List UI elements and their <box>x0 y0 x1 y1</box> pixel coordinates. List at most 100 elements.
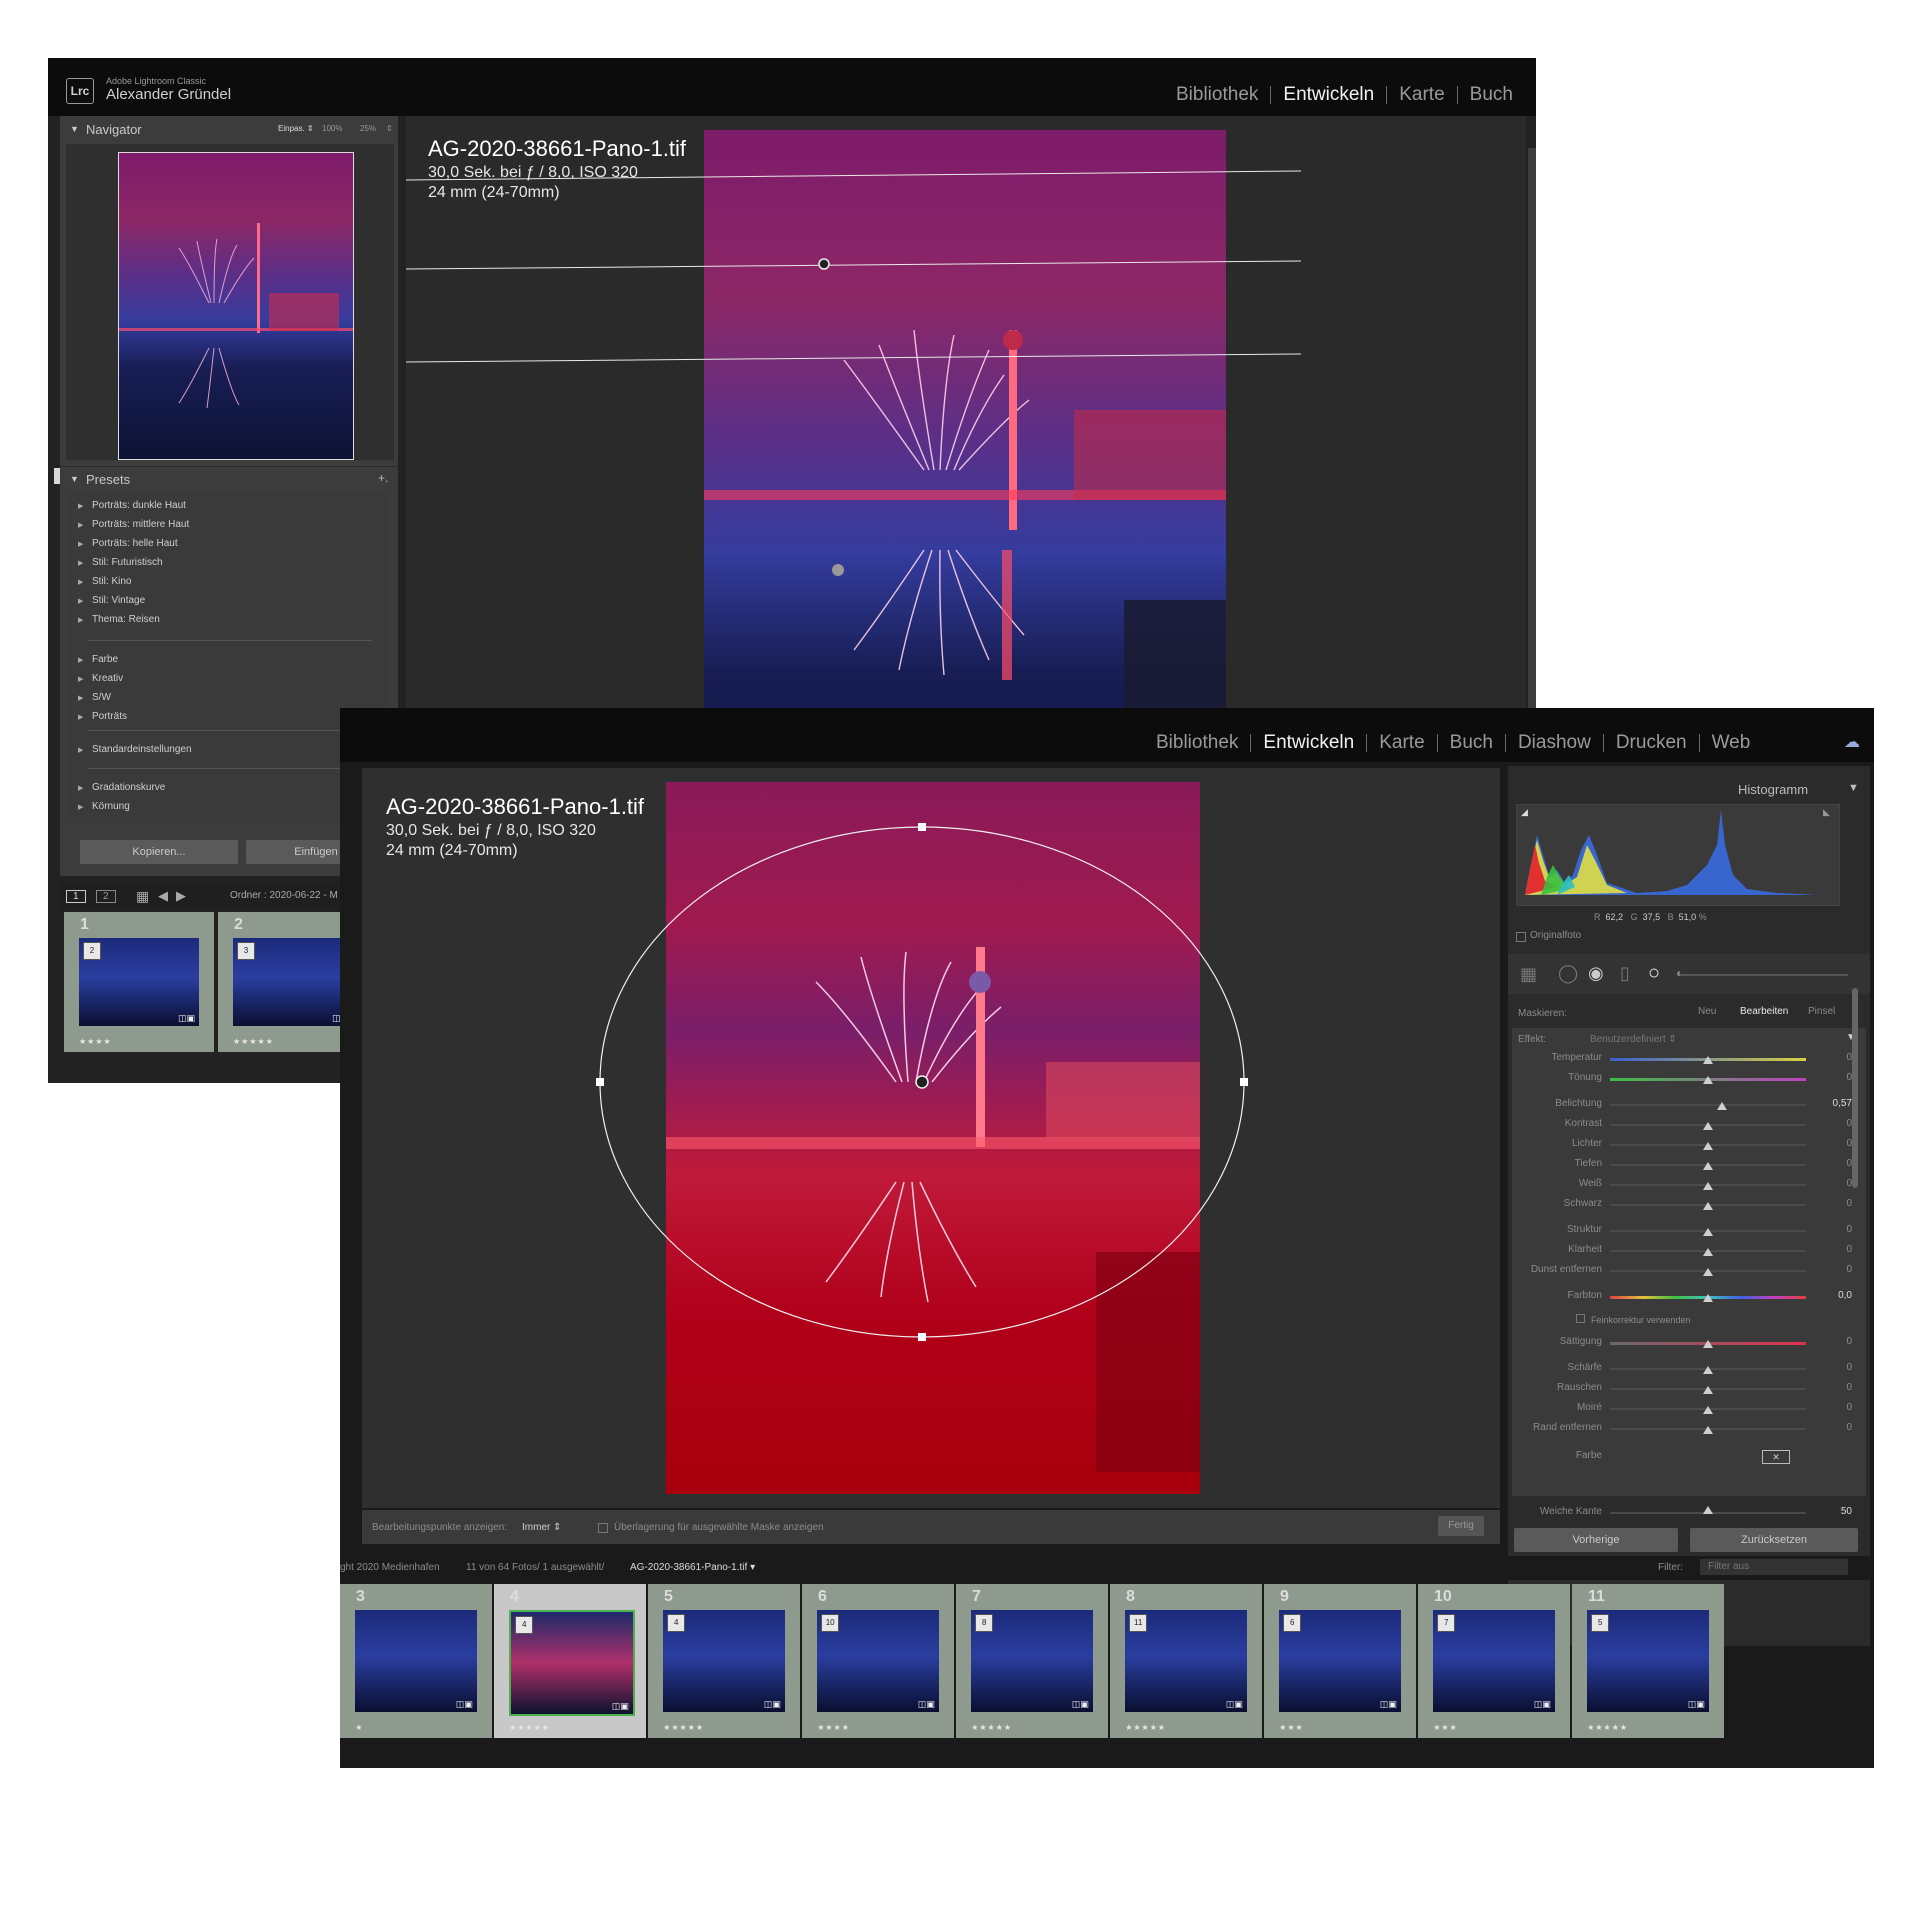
slider-thumb[interactable] <box>1703 1228 1713 1236</box>
collapse-triangle-icon[interactable]: ▼ <box>1848 782 1859 794</box>
panel-collapse-handle[interactable] <box>54 468 60 484</box>
zoom-25-option[interactable]: 25% <box>360 124 376 133</box>
mask-brush-button[interactable]: Pinsel <box>1808 1006 1835 1017</box>
filmstrip-cell[interactable]: 3 ◫▣ ★ <box>340 1584 492 1738</box>
expand-triangle-icon[interactable]: ▶ <box>78 741 92 760</box>
module-entwickeln[interactable]: Entwickeln <box>1263 732 1354 754</box>
preset-item[interactable]: ▶ Standardeinstellungen <box>78 740 192 759</box>
previous-button[interactable]: Vorherige <box>1514 1528 1678 1552</box>
mask-new-button[interactable]: Neu <box>1698 1006 1716 1017</box>
module-drucken[interactable]: Drucken <box>1616 732 1687 754</box>
preset-item[interactable]: ▶ Porträts: mittlere Haut <box>78 515 189 534</box>
fine-adjust-checkbox[interactable] <box>1576 1314 1585 1323</box>
module-bibliothek[interactable]: Bibliothek <box>1176 84 1258 106</box>
cell-thumbnail[interactable]: 3◫▣ <box>233 938 353 1026</box>
preset-item[interactable]: ▶ S/W <box>78 688 127 707</box>
radial-filter-overlay[interactable] <box>362 768 1500 1508</box>
filmstrip-cell[interactable]: 4 4 ◫▣ ★★★★★ <box>494 1584 646 1738</box>
cell-thumbnail[interactable]: 10 ◫▣ <box>817 1610 939 1712</box>
effect-select[interactable]: Benutzerdefiniert ⇕ <box>1590 1034 1677 1045</box>
filmstrip-cell[interactable]: 10 7 ◫▣ ★★★ <box>1418 1584 1570 1738</box>
preset-item[interactable]: ▶ Stil: Kino <box>78 572 189 591</box>
module-karte[interactable]: Karte <box>1399 84 1444 106</box>
cell-thumbnail[interactable]: 2 ◫▣ <box>79 938 199 1026</box>
expand-triangle-icon[interactable]: ▶ <box>78 689 92 708</box>
highlight-clipping-icon[interactable]: ◣ <box>1823 807 1830 818</box>
shadow-clipping-icon[interactable]: ◢ <box>1521 807 1528 818</box>
module-web[interactable]: Web <box>1712 732 1751 754</box>
graduated-filter-icon[interactable]: ▯ <box>1620 963 1630 984</box>
view-1-button[interactable]: 1 <box>66 890 86 903</box>
slider-thumb[interactable] <box>1703 1076 1713 1084</box>
tool-slider-track[interactable] <box>1678 974 1848 976</box>
slider-thumb[interactable] <box>1703 1182 1713 1190</box>
color-swatch-icon[interactable]: ✕ <box>1762 1450 1790 1464</box>
panel-scrollbar[interactable] <box>1852 988 1858 1188</box>
preset-item[interactable]: ▶ Gradationskurve <box>78 778 165 797</box>
cell-thumbnail[interactable]: 8 ◫▣ <box>971 1610 1093 1712</box>
overlay-checkbox[interactable] <box>598 1523 608 1533</box>
expand-triangle-icon[interactable]: ▶ <box>78 779 92 798</box>
presets-header[interactable]: ▼ Presets +. <box>60 466 398 491</box>
preset-item[interactable]: ▶ Farbe <box>78 650 127 669</box>
filmstrip-cell[interactable]: 5 4 ◫▣ ★★★★★ <box>648 1584 800 1738</box>
slider-thumb[interactable] <box>1703 1366 1713 1374</box>
radial-filter-icon[interactable]: ○ <box>1648 962 1660 985</box>
expand-triangle-icon[interactable]: ▶ <box>78 554 92 573</box>
selected-file-name[interactable]: AG-2020-38661-Pano-1.tif ▾ <box>630 1562 755 1573</box>
cell-thumbnail[interactable]: ◫▣ <box>355 1610 477 1712</box>
module-buch[interactable]: Buch <box>1470 84 1513 106</box>
module-entwickeln[interactable]: Entwickeln <box>1283 84 1374 106</box>
expand-triangle-icon[interactable]: ▶ <box>78 611 92 630</box>
original-photo-checkbox[interactable] <box>1516 932 1526 942</box>
image-canvas[interactable]: AG-2020-38661-Pano-1.tif 30,0 Sek. bei ƒ… <box>362 768 1500 1508</box>
preset-item[interactable]: ▶ Kreativ <box>78 669 127 688</box>
zoom-more-arrow[interactable]: ⇕ <box>386 124 393 133</box>
navigator-preview[interactable] <box>66 144 394 460</box>
cloud-sync-icon[interactable]: ☁ <box>1844 732 1860 752</box>
filmstrip-cell[interactable]: 9 6 ◫▣ ★★★ <box>1264 1584 1416 1738</box>
filmstrip-cell[interactable]: 6 10 ◫▣ ★★★★ <box>802 1584 954 1738</box>
cell-thumbnail[interactable]: 11 ◫▣ <box>1125 1610 1247 1712</box>
copy-button[interactable]: Kopieren... <box>80 840 238 864</box>
zoom-100-option[interactable]: 100% <box>322 124 342 133</box>
mask-edit-button[interactable]: Bearbeiten <box>1740 1006 1788 1017</box>
cell-thumbnail[interactable]: 6 ◫▣ <box>1279 1610 1401 1712</box>
preset-item[interactable]: ▶ Porträts <box>78 707 127 726</box>
spot-removal-icon[interactable]: ◯ <box>1558 963 1578 984</box>
slider-thumb[interactable] <box>1703 1122 1713 1130</box>
module-bibliothek[interactable]: Bibliothek <box>1156 732 1238 754</box>
preset-item[interactable]: ▶ Porträts: helle Haut <box>78 534 189 553</box>
expand-triangle-icon[interactable]: ▶ <box>78 573 92 592</box>
crop-tool-icon[interactable]: ▦ <box>1520 964 1537 985</box>
expand-triangle-icon[interactable]: ▶ <box>78 708 92 727</box>
slider-thumb[interactable] <box>1703 1248 1713 1256</box>
slider-thumb[interactable] <box>1703 1294 1713 1302</box>
collapse-triangle-icon[interactable]: ▼ <box>70 474 79 484</box>
cell-thumbnail[interactable]: 7 ◫▣ <box>1433 1610 1555 1712</box>
expand-triangle-icon[interactable]: ▶ <box>78 798 92 817</box>
slider-track[interactable] <box>1610 1104 1806 1106</box>
slider-thumb[interactable] <box>1703 1268 1713 1276</box>
expand-triangle-icon[interactable]: ▶ <box>78 497 92 516</box>
filmstrip-cell[interactable]: 7 8 ◫▣ ★★★★★ <box>956 1584 1108 1738</box>
slider-thumb[interactable] <box>1703 1056 1713 1064</box>
expand-triangle-icon[interactable]: ▶ <box>78 535 92 554</box>
slider-thumb[interactable] <box>1703 1162 1713 1170</box>
reset-button[interactable]: Zurücksetzen <box>1690 1528 1858 1552</box>
module-diashow[interactable]: Diashow <box>1518 732 1591 754</box>
tool-slider-knob[interactable]: ◐ <box>1676 966 1683 980</box>
slider-thumb[interactable] <box>1703 1340 1713 1348</box>
expand-triangle-icon[interactable]: ▶ <box>78 516 92 535</box>
module-karte[interactable]: Karte <box>1379 732 1424 754</box>
collapse-triangle-icon[interactable]: ▼ <box>70 124 79 134</box>
feather-thumb[interactable] <box>1703 1506 1713 1514</box>
slider-thumb[interactable] <box>1716 1102 1727 1110</box>
preset-item[interactable]: ▶ Porträts: dunkle Haut <box>78 496 189 515</box>
slider-thumb[interactable] <box>1703 1406 1713 1414</box>
slider-thumb[interactable] <box>1703 1426 1713 1434</box>
redeye-tool-icon[interactable]: ◉ <box>1588 963 1604 984</box>
expand-triangle-icon[interactable]: ▶ <box>78 651 92 670</box>
slider-thumb[interactable] <box>1703 1386 1713 1394</box>
forward-arrow-icon[interactable]: ▶ <box>176 888 186 904</box>
